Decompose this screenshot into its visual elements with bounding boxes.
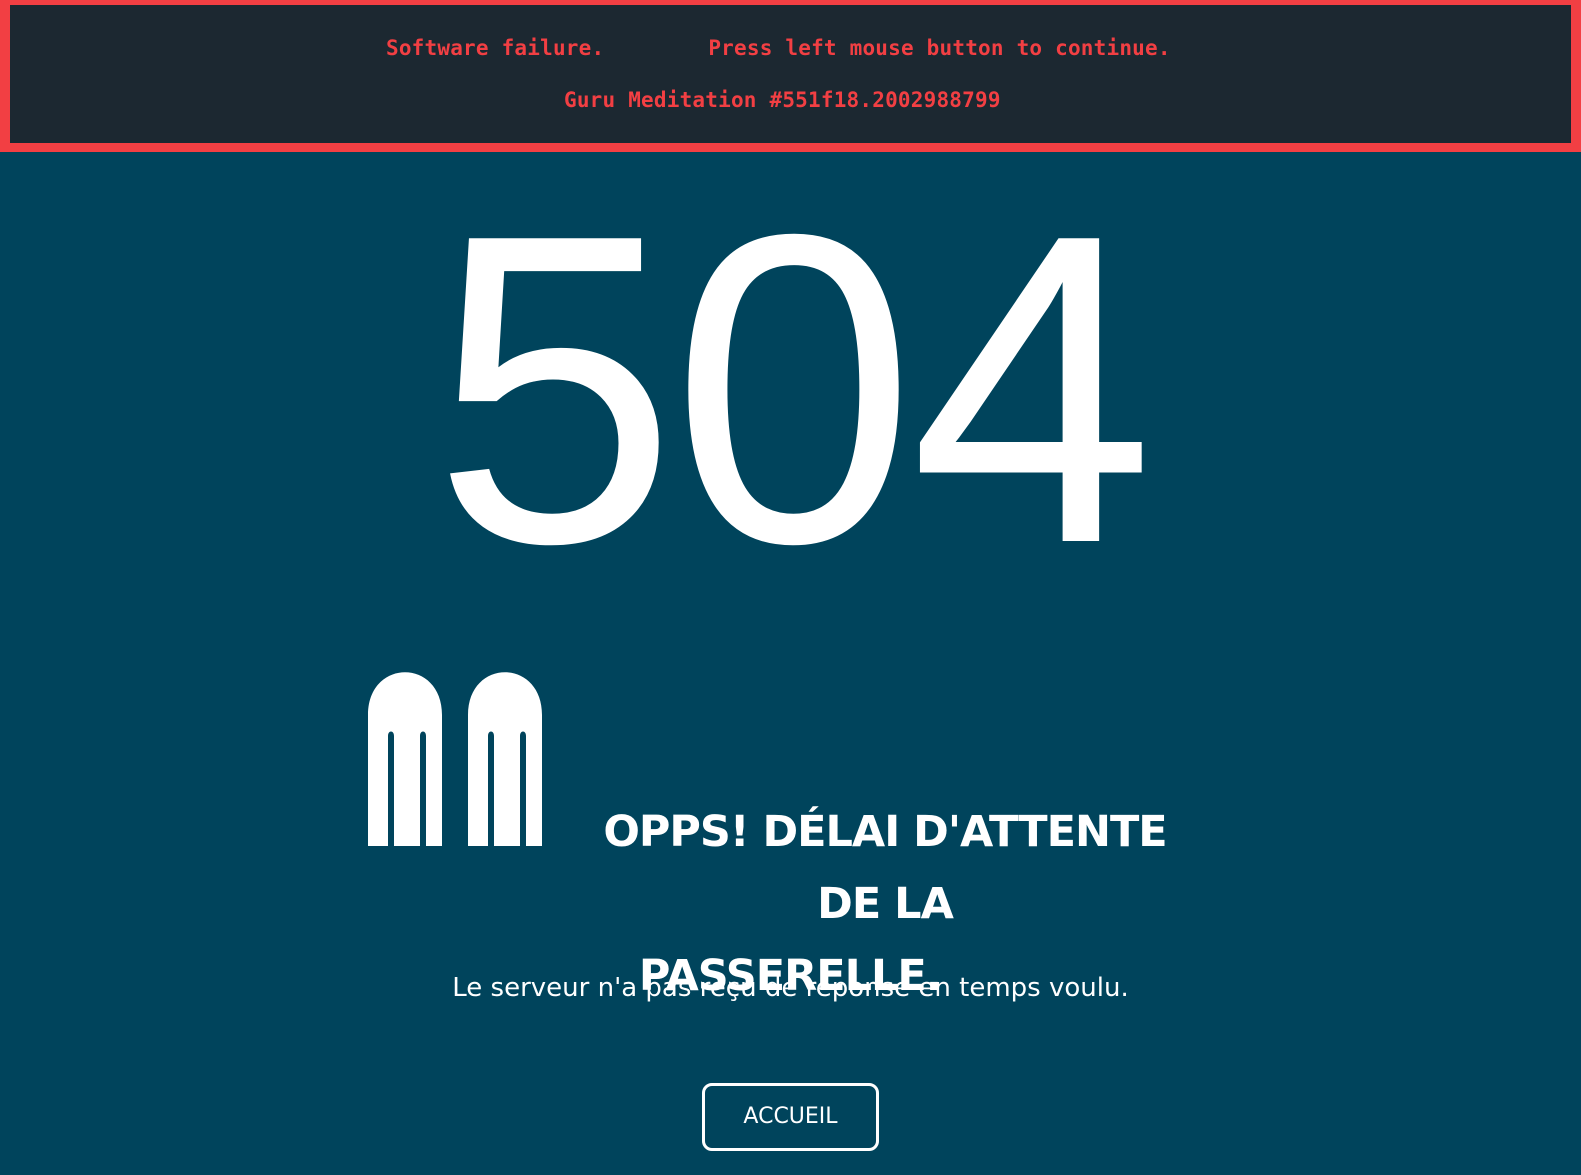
press-button-text: Press left mouse button to continue.	[708, 36, 1171, 60]
error-description: Le serveur n'a pas reçu de réponse en te…	[452, 973, 1129, 1003]
home-button[interactable]: ACCUEIL	[702, 1083, 879, 1151]
guru-meditation-code: Guru Meditation #551f18.2002988799	[564, 88, 1001, 112]
error-code: 504	[432, 144, 1154, 635]
headline-line-1: OPPS! DÉLAI D'ATTENTE DE LA	[603, 807, 1167, 929]
guru-line-1: Software failure. Press left mouse button…	[386, 36, 1171, 60]
software-failure-text: Software failure.	[386, 36, 605, 60]
guru-meditation-banner[interactable]: Software failure. Press left mouse button…	[0, 0, 1581, 152]
